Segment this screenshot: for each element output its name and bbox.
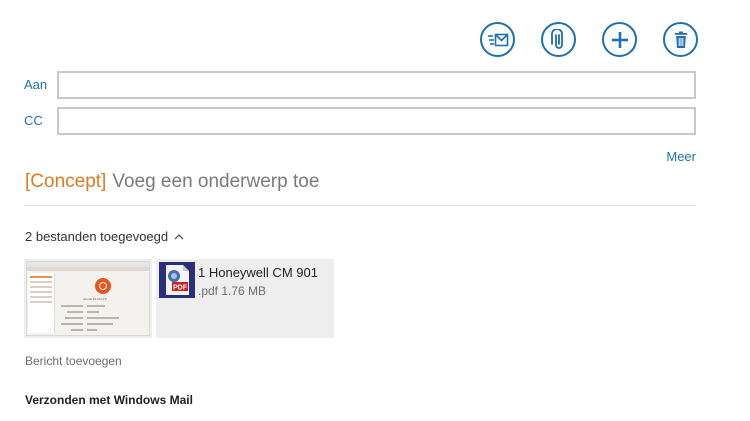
thumbnail-sidebar [28,273,55,333]
delete-button[interactable] [663,22,698,57]
ubuntu-logo-icon [95,278,111,294]
compose-toolbar [480,22,698,57]
to-row: Aan [24,71,696,99]
subject-divider [24,205,696,206]
more-link[interactable]: Meer [666,149,696,164]
cc-row: CC [24,107,696,135]
attachments-toggle[interactable]: 2 bestanden toegevoegd [25,229,184,244]
attachments-count: 2 bestanden toegevoegd [25,229,169,244]
cc-input[interactable] [57,107,696,135]
trash-icon [674,31,687,48]
signature: Verzonden met Windows Mail [25,393,193,407]
paperclip-icon [550,28,563,49]
send-mail-icon [487,33,508,46]
thumbnail-caption: ubuntu 16.04 LTS [83,297,107,301]
to-label: Aan [24,77,48,92]
thumbnail-menubar [27,267,149,271]
attachment-name: 1 Honeywell CM 901 [198,265,318,280]
attachment-image[interactable]: ubuntu 16.04 LTS [24,259,152,338]
subject-placeholder: Voeg een onderwerp toe [112,171,320,192]
add-button[interactable] [602,22,637,57]
attachment-meta: .pdf 1.76 MB [198,284,267,298]
chevron-up-icon [174,234,184,240]
plus-icon [611,31,628,48]
attach-button[interactable] [541,22,576,57]
cc-label: CC [24,113,43,128]
attachment-pdf[interactable]: PDF 1 Honeywell CM 901 .pdf 1.76 MB [156,259,334,338]
subject-field[interactable]: [Concept] Voeg een onderwerp toe [25,171,319,193]
to-input[interactable] [57,71,696,99]
pdf-file-icon: PDF [159,262,195,298]
send-button[interactable] [480,22,515,57]
draft-tag: [Concept] [25,171,107,192]
svg-text:PDF: PDF [173,284,188,291]
image-thumbnail: ubuntu 16.04 LTS [26,261,150,336]
message-body[interactable]: Bericht toevoegen [25,354,122,368]
